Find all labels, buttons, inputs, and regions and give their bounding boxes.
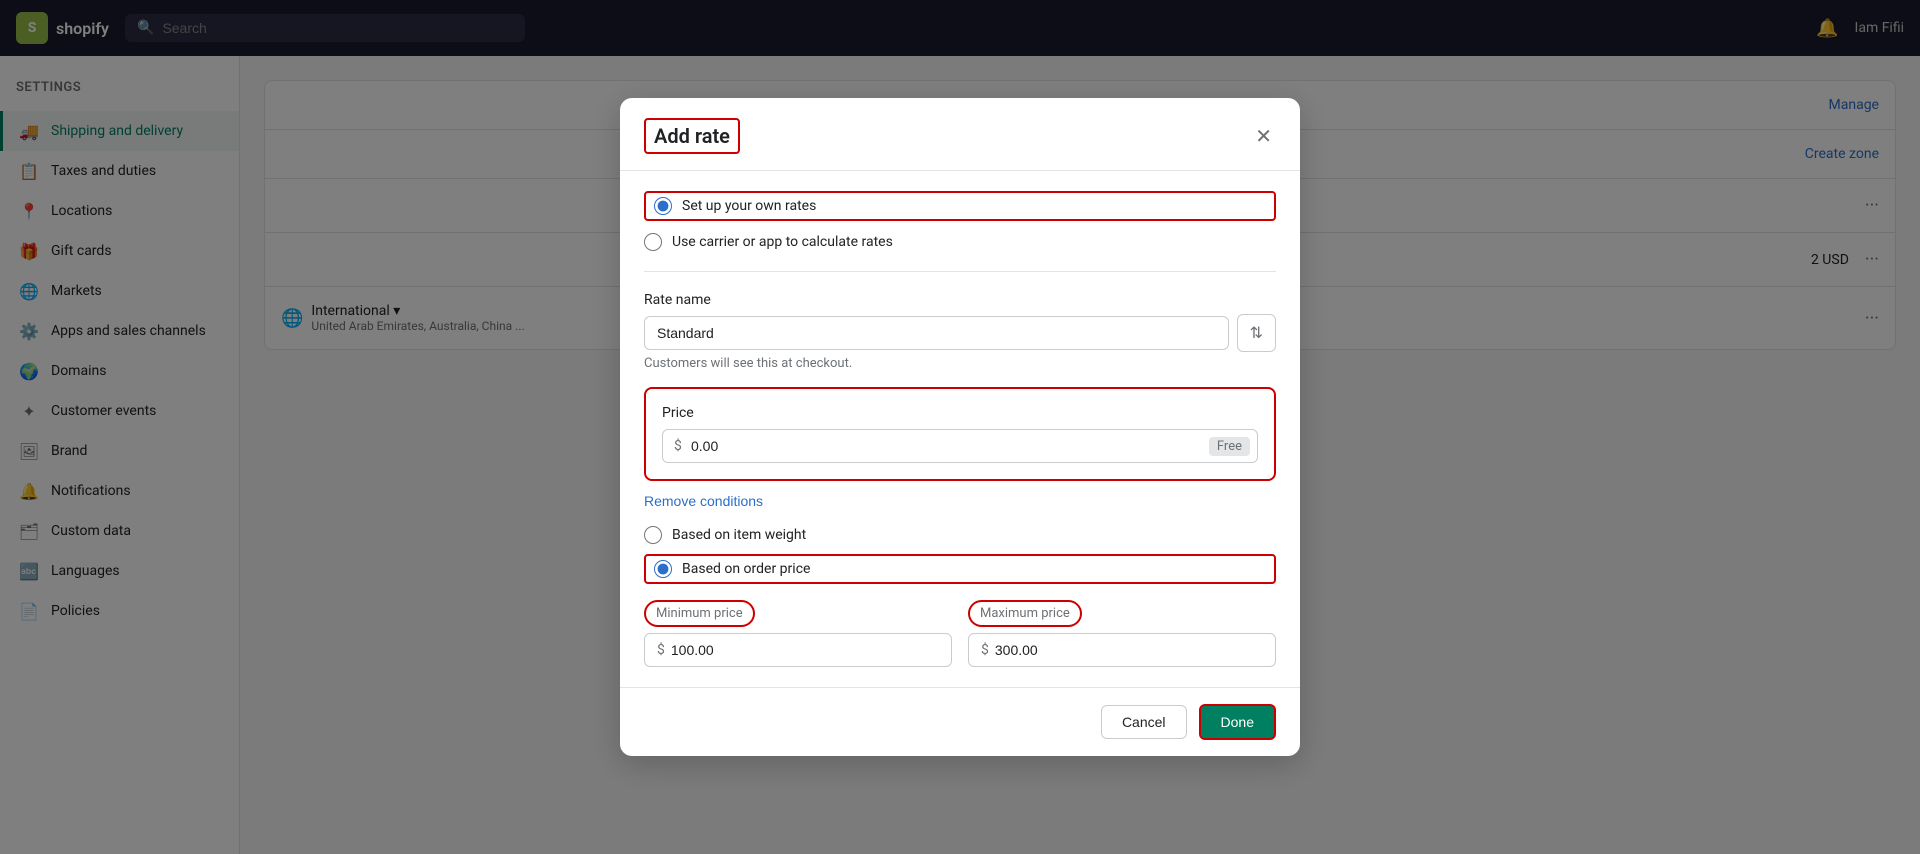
done-button[interactable]: Done	[1199, 704, 1276, 740]
price-label: Price	[662, 405, 1258, 421]
item-weight-label: Based on item weight	[672, 527, 806, 543]
item-weight-radio[interactable]	[644, 526, 662, 544]
modal-close-button[interactable]: ✕	[1251, 120, 1276, 153]
cancel-button[interactable]: Cancel	[1101, 705, 1187, 739]
carrier-rates-option[interactable]: Use carrier or app to calculate rates	[644, 233, 1276, 251]
carrier-rates-label: Use carrier or app to calculate rates	[672, 234, 893, 250]
max-price-label: Maximum price	[968, 600, 1082, 627]
modal-header: Add rate ✕	[620, 98, 1300, 171]
rate-name-input-group: ⇅	[644, 314, 1276, 352]
min-price-input[interactable]	[671, 642, 939, 658]
rate-name-help: Customers will see this at checkout.	[644, 356, 1276, 371]
rate-name-sort-button[interactable]: ⇅	[1237, 314, 1276, 352]
min-max-price-fields: Minimum price $ Maximum price $	[644, 600, 1276, 667]
price-free-badge: Free	[1209, 437, 1250, 456]
min-price-label: Minimum price	[644, 600, 755, 627]
price-section: Price $ Free	[644, 387, 1276, 481]
add-rate-modal: Add rate ✕ Set up your own rates Use car…	[620, 98, 1300, 756]
own-rates-label: Set up your own rates	[682, 198, 816, 214]
modal-title: Add rate	[644, 118, 740, 154]
max-price-input-wrap: $	[968, 633, 1276, 667]
modal-body: Set up your own rates Use carrier or app…	[620, 171, 1300, 687]
price-input[interactable]	[662, 429, 1258, 463]
price-input-wrap: $ Free	[662, 429, 1258, 463]
own-rates-option[interactable]: Set up your own rates	[644, 191, 1276, 221]
remove-conditions-button[interactable]: Remove conditions	[644, 493, 763, 509]
order-price-radio[interactable]	[654, 560, 672, 578]
rate-name-section: Rate name ⇅ Customers will see this at c…	[644, 292, 1276, 371]
max-price-prefix: $	[981, 642, 989, 658]
conditions-section: Based on item weight Based on order pric…	[644, 526, 1276, 667]
carrier-rates-radio[interactable]	[644, 233, 662, 251]
rate-name-input[interactable]	[644, 316, 1229, 350]
modal-footer: Cancel Done	[620, 687, 1300, 756]
max-price-field: Maximum price $	[968, 600, 1276, 667]
rate-type-radio-group: Set up your own rates Use carrier or app…	[644, 191, 1276, 251]
rate-name-label: Rate name	[644, 292, 1276, 308]
modal-overlay: Add rate ✕ Set up your own rates Use car…	[0, 0, 1920, 854]
order-price-label: Based on order price	[682, 561, 810, 577]
conditions-radio-group: Based on item weight Based on order pric…	[644, 526, 1276, 584]
price-prefix-icon: $	[674, 438, 682, 454]
min-price-input-wrap: $	[644, 633, 952, 667]
item-weight-option[interactable]: Based on item weight	[644, 526, 1276, 544]
min-price-prefix: $	[657, 642, 665, 658]
order-price-option[interactable]: Based on order price	[644, 554, 1276, 584]
min-price-field: Minimum price $	[644, 600, 952, 667]
own-rates-radio[interactable]	[654, 197, 672, 215]
max-price-input[interactable]	[995, 642, 1263, 658]
